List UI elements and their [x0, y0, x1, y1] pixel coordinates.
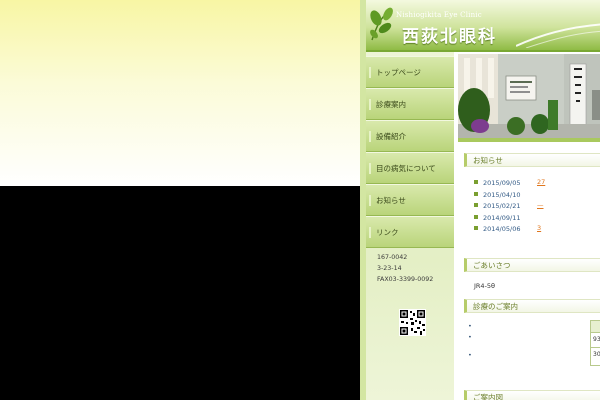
- news-link[interactable]: —: [537, 201, 544, 209]
- clinic-name-english: Nishiogikita Eye Clinic: [396, 11, 482, 19]
- bullet-marker: •: [468, 333, 472, 341]
- leaf-logo-icon: [370, 7, 393, 41]
- nav-item-links[interactable]: リンク: [366, 216, 454, 248]
- nav-label: お知らせ: [376, 195, 406, 205]
- greeting-section-heading: ごあいさつ: [464, 258, 600, 272]
- nav-label: トップページ: [376, 67, 421, 77]
- site-header: Nishiogikita Eye Clinic 西荻北眼科: [366, 0, 600, 52]
- news-item[interactable]: 2014/09/11: [474, 213, 520, 223]
- nav-label: 診療案内: [376, 99, 406, 109]
- clinic-name-japanese: 西荻北眼科: [402, 27, 497, 47]
- clinic-interior-photo: [458, 54, 600, 142]
- nav-label: リンク: [376, 227, 399, 237]
- qr-code-icon: [399, 309, 426, 336]
- nav-item-equipment[interactable]: 設備紹介: [366, 120, 454, 152]
- empty-dark-region: [0, 186, 360, 400]
- sidebar: トップページ 診療案内 設備紹介 目の病気について お知らせ リンク 167-0…: [366, 52, 454, 400]
- consultation-section-heading: 診療のご案内: [464, 299, 600, 313]
- news-link[interactable]: 27: [537, 178, 545, 186]
- greeting-text: JR4-5θ: [474, 282, 496, 290]
- fax-number: FAX03-3399-0092: [377, 276, 434, 283]
- bullet-marker: •: [468, 351, 472, 359]
- news-item[interactable]: 2015/02/21: [474, 201, 520, 211]
- contact-info: 167-0042 3-23-14 FAX03-3399-0092: [377, 252, 433, 285]
- news-item[interactable]: 2015/04/10: [474, 190, 520, 200]
- news-item[interactable]: 2015/09/05: [474, 178, 520, 188]
- nav-label: 設備紹介: [376, 131, 406, 141]
- news-date: 2015/04/10: [483, 191, 521, 199]
- nav-label: 目の病気について: [376, 163, 436, 173]
- news-date: 2014/09/11: [483, 214, 521, 222]
- consultation-hours-table: 930 300: [590, 320, 600, 366]
- news-date: 2015/02/21: [483, 202, 521, 210]
- news-date: 2014/05/06: [483, 225, 521, 233]
- map-section-heading: ご案内図: [464, 390, 600, 400]
- bullet-marker: •: [468, 322, 472, 330]
- nav-item-news[interactable]: お知らせ: [366, 184, 454, 216]
- address: 3-23-14: [377, 265, 402, 272]
- news-section-heading: お知らせ: [464, 153, 600, 167]
- news-item[interactable]: 2014/05/06: [474, 224, 520, 234]
- nav-item-consultation[interactable]: 診療案内: [366, 88, 454, 120]
- nav-item-eye-diseases[interactable]: 目の病気について: [366, 152, 454, 184]
- clinic-website: Nishiogikita Eye Clinic 西荻北眼科 トップページ 診療案…: [360, 0, 600, 400]
- table-cell: 300: [593, 351, 600, 358]
- news-link[interactable]: 3: [537, 224, 541, 232]
- nav-item-top-page[interactable]: トップページ: [366, 56, 454, 88]
- postal-code: 167-0042: [377, 254, 408, 261]
- header-swoosh-decoration: [516, 23, 600, 48]
- news-date: 2015/09/05: [483, 179, 521, 187]
- table-cell: 930: [591, 333, 600, 348]
